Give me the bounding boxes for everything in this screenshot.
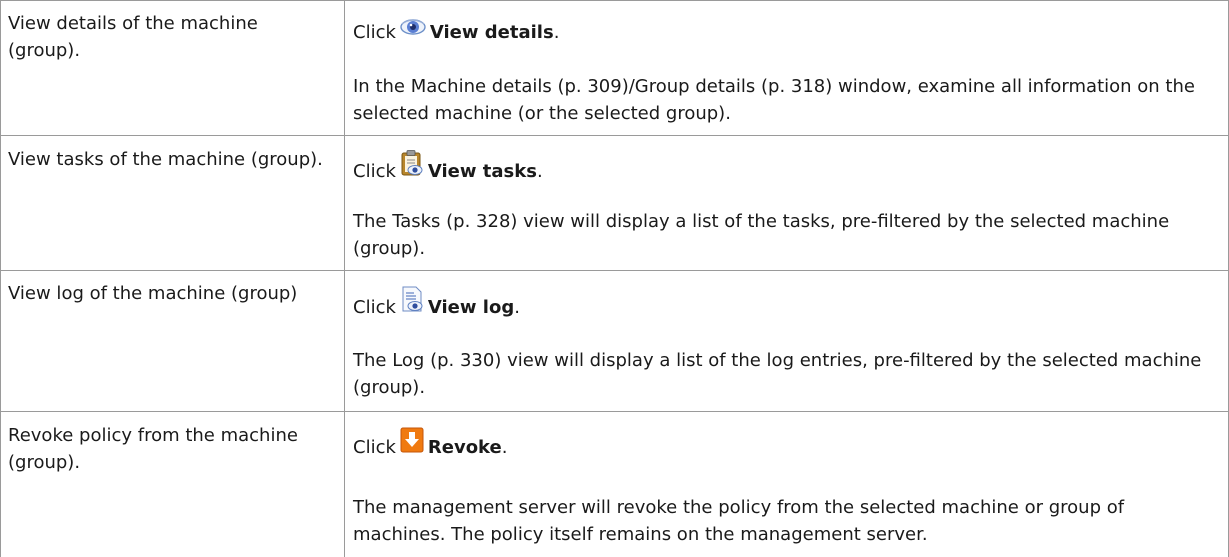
task-cell: Revoke policy from the machine (group). (0, 411, 345, 557)
action-cell: Click Revoke . The management server wil… (345, 411, 1229, 557)
click-word: Click (353, 22, 396, 43)
task-text: Revoke policy from the machine (group). (8, 425, 298, 473)
table-row: View tasks of the machine (group). Click (0, 135, 1229, 270)
action-cell: Click View tasks . The Tasks (p. 328) vi (345, 135, 1229, 270)
action-line: Click Revoke . (353, 427, 508, 461)
action-line: Click View details . (353, 18, 559, 46)
period: . (553, 22, 560, 43)
view-details-eye-icon[interactable] (400, 18, 426, 46)
description-text: The Log (p. 330) view will display a lis… (353, 350, 1202, 398)
table-row: View details of the machine (group). Cli… (0, 0, 1229, 135)
view-tasks-clipboard-icon[interactable] (400, 149, 424, 185)
task-text: View tasks of the machine (group). (8, 149, 323, 170)
action-cell: Click View log . The Log (p. 330) view w… (345, 270, 1229, 411)
task-cell: View tasks of the machine (group). (0, 135, 345, 270)
period: . (514, 297, 520, 318)
action-cell: Click View details . In the Machine deta… (345, 0, 1229, 135)
click-word: Click (353, 297, 396, 318)
task-cell: View details of the machine (group). (0, 0, 345, 135)
view-log-button[interactable]: View log (428, 294, 514, 321)
view-details-button[interactable]: View details (430, 19, 554, 46)
revoke-button[interactable]: Revoke (428, 434, 502, 461)
actions-table: View details of the machine (group). Cli… (0, 0, 1229, 557)
action-line: Click View log . (353, 285, 520, 321)
revoke-arrow-icon[interactable] (400, 427, 424, 461)
description-text: In the Machine details (p. 309)/Group de… (353, 76, 1195, 124)
period: . (536, 161, 543, 182)
task-text: View log of the machine (group) (8, 283, 298, 304)
task-cell: View log of the machine (group) (0, 270, 345, 411)
table-row: View log of the machine (group) Click Vi… (0, 270, 1229, 411)
period: . (501, 437, 508, 458)
click-word: Click (353, 161, 396, 182)
view-tasks-button[interactable]: View tasks (428, 158, 537, 185)
view-log-document-icon[interactable] (400, 285, 424, 321)
task-text: View details of the machine (group). (8, 13, 258, 61)
description-text: The Tasks (p. 328) view will display a l… (353, 211, 1170, 259)
description-text: The management server will revoke the po… (353, 497, 1125, 545)
action-line: Click View tasks . (353, 149, 543, 185)
table-row: Revoke policy from the machine (group). … (0, 411, 1229, 557)
click-word: Click (353, 437, 396, 458)
